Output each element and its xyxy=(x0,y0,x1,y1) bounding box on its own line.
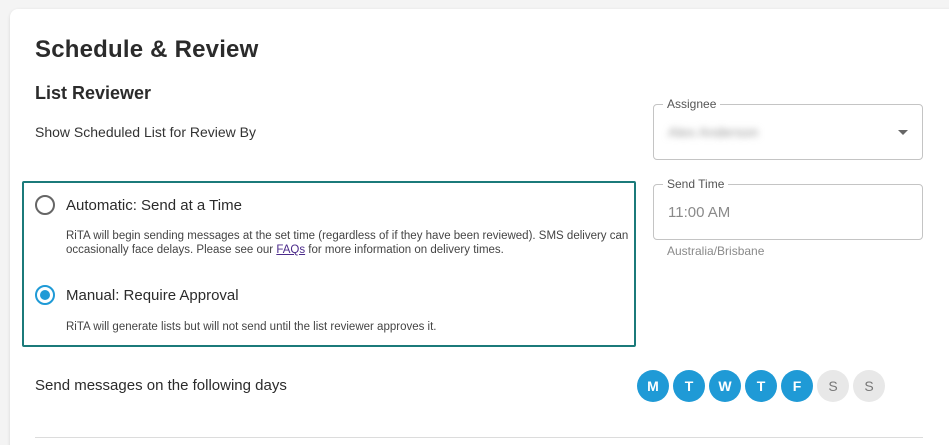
automatic-description-tail: for more information on delivery times. xyxy=(305,244,504,256)
radio-manual[interactable]: Manual: Require Approval xyxy=(35,285,239,305)
assignee-value: Alex Anderson xyxy=(668,124,759,140)
send-time-value: 11:00 AM xyxy=(668,204,731,221)
radio-automatic-label[interactable]: Automatic: Send at a Time xyxy=(66,197,242,214)
day-toggle[interactable]: F xyxy=(781,370,813,402)
radio-automatic-button[interactable] xyxy=(35,195,55,215)
day-toggle[interactable]: S xyxy=(817,370,849,402)
radio-manual-button[interactable] xyxy=(35,285,55,305)
radio-selected-dot xyxy=(40,290,50,300)
radio-automatic-description: RiTA will begin sending messages at the … xyxy=(66,229,631,257)
caret-down-icon[interactable] xyxy=(898,130,908,135)
day-toggle[interactable]: T xyxy=(745,370,777,402)
radio-manual-description: RiTA will generate lists but will not se… xyxy=(66,321,437,333)
page-title: Schedule & Review xyxy=(35,36,259,63)
faqs-link[interactable]: FAQs xyxy=(276,244,305,256)
day-toggle[interactable]: T xyxy=(673,370,705,402)
assignee-select[interactable]: Assignee Alex Anderson xyxy=(653,97,923,160)
show-review-label: Show Scheduled List for Review By xyxy=(35,124,256,140)
day-toggle[interactable]: M xyxy=(637,370,669,402)
send-time-label: Send Time xyxy=(663,177,729,191)
radio-automatic[interactable]: Automatic: Send at a Time xyxy=(35,195,242,215)
day-toggle[interactable]: W xyxy=(709,370,741,402)
section-title: List Reviewer xyxy=(35,83,152,103)
send-time-field[interactable]: Send Time 11:00 AM xyxy=(653,177,923,240)
day-picker: MTWTFSS xyxy=(637,370,885,402)
timezone-label: Australia/Brisbane xyxy=(667,244,765,258)
divider xyxy=(35,437,923,438)
send-days-label: Send messages on the following days xyxy=(35,377,287,394)
assignee-label: Assignee xyxy=(663,97,721,111)
day-toggle[interactable]: S xyxy=(853,370,885,402)
radio-manual-label[interactable]: Manual: Require Approval xyxy=(66,287,239,304)
